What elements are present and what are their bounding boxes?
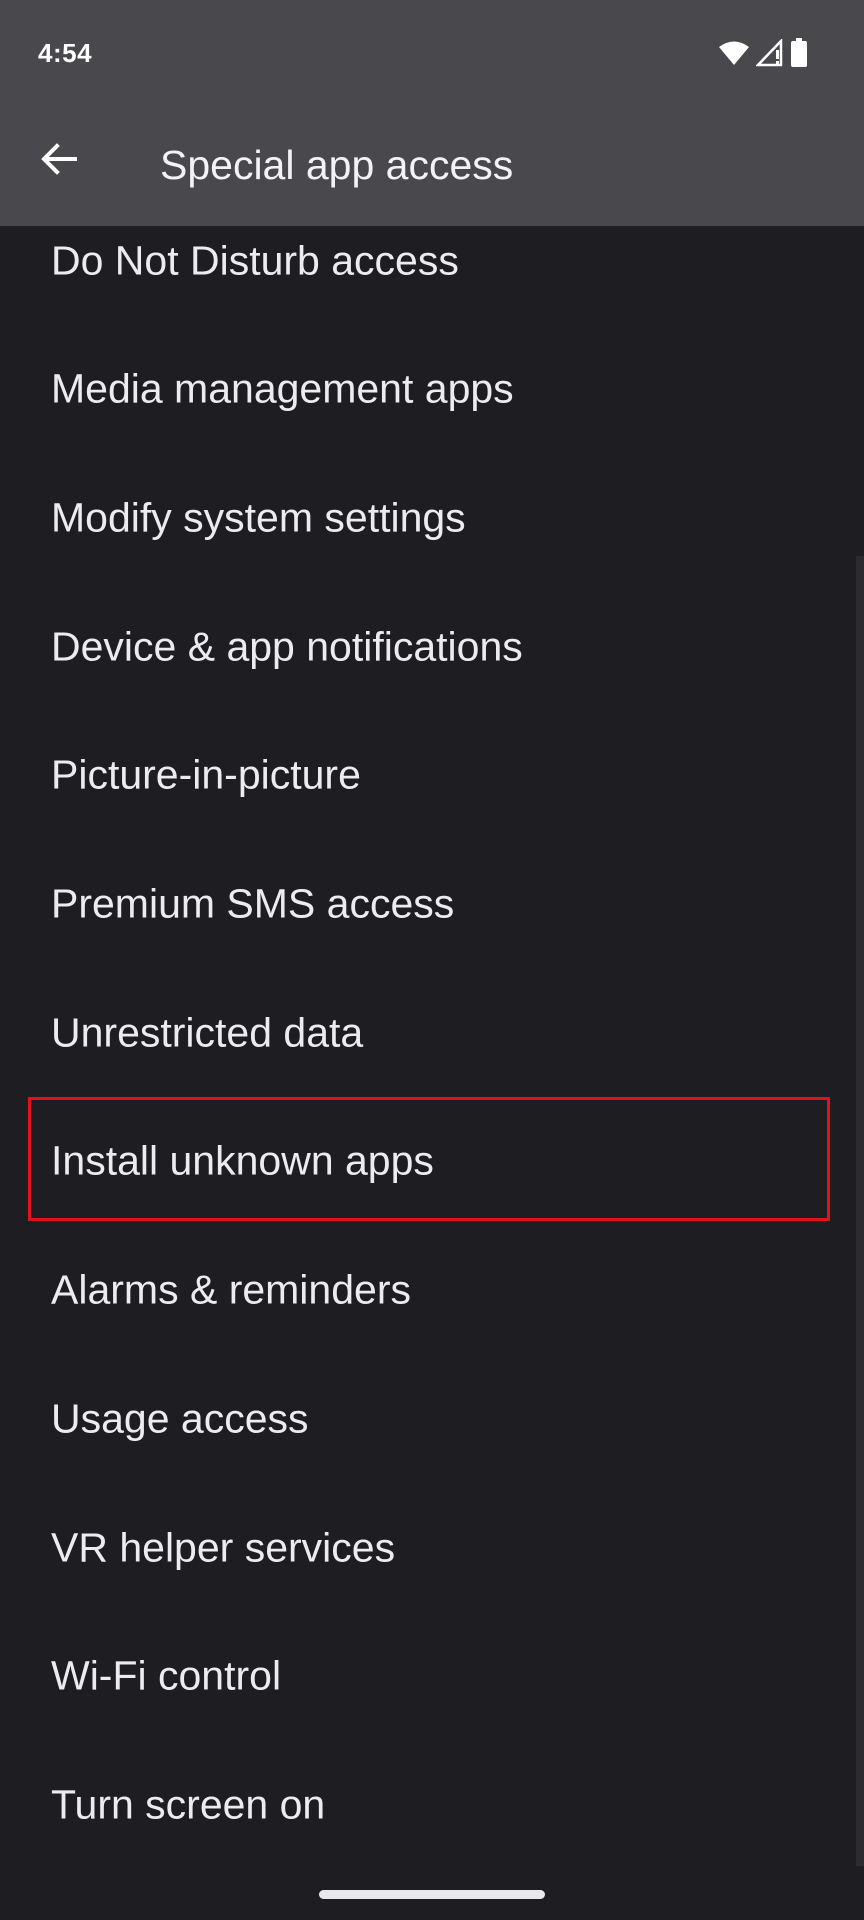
list-item-label: Usage access	[51, 1395, 309, 1442]
list-item-label: Premium SMS access	[51, 880, 455, 927]
back-button[interactable]	[30, 130, 88, 188]
list-item-media-management-apps[interactable]: Media management apps	[0, 325, 864, 453]
list-item-alarms-reminders[interactable]: Alarms & reminders	[0, 1226, 864, 1354]
list-item-label: Alarms & reminders	[51, 1266, 411, 1313]
list-item-turn-screen-on[interactable]: Turn screen on	[0, 1741, 864, 1869]
settings-list: Do Not Disturb access Media management a…	[0, 226, 864, 1920]
gesture-navigation-handle[interactable]	[319, 1890, 545, 1899]
list-item-label: Unrestricted data	[51, 1009, 364, 1056]
list-item-label: Wi-Fi control	[51, 1652, 282, 1699]
list-item-label: Turn screen on	[51, 1781, 326, 1828]
status-icons	[718, 38, 808, 68]
list-item-label: Device & app notifications	[51, 623, 523, 670]
list-item-do-not-disturb-access[interactable]: Do Not Disturb access	[0, 226, 864, 325]
list-item-device-app-notifications[interactable]: Device & app notifications	[0, 583, 864, 711]
list-item-premium-sms-access[interactable]: Premium SMS access	[0, 840, 864, 968]
arrow-back-icon	[41, 143, 77, 175]
list-item-label: Do Not Disturb access	[51, 237, 459, 284]
cellular-signal-icon	[756, 39, 783, 67]
list-item-vr-helper-services[interactable]: VR helper services	[0, 1484, 864, 1612]
list-item-label: Modify system settings	[51, 494, 466, 541]
list-item-label: VR helper services	[51, 1524, 396, 1571]
list-item-label: Picture-in-picture	[51, 751, 361, 798]
status-time: 4:54	[38, 38, 93, 68]
list-item-modify-system-settings[interactable]: Modify system settings	[0, 454, 864, 582]
wifi-icon	[719, 41, 749, 65]
scrollbar[interactable]	[856, 556, 864, 1866]
list-item-unrestricted-data[interactable]: Unrestricted data	[0, 969, 864, 1097]
app-bar: Special app access	[0, 100, 864, 226]
list-item-label: Install unknown apps	[51, 1137, 434, 1184]
list-item-label: Media management apps	[51, 365, 514, 412]
list-item-usage-access[interactable]: Usage access	[0, 1355, 864, 1483]
list-item-picture-in-picture[interactable]: Picture-in-picture	[0, 711, 864, 839]
page-title: Special app access	[160, 142, 514, 188]
list-item-wifi-control[interactable]: Wi-Fi control	[0, 1612, 864, 1740]
status-bar: 4:54	[0, 0, 864, 100]
battery-icon	[791, 38, 807, 67]
list-item-install-unknown-apps[interactable]: Install unknown apps	[0, 1097, 864, 1225]
